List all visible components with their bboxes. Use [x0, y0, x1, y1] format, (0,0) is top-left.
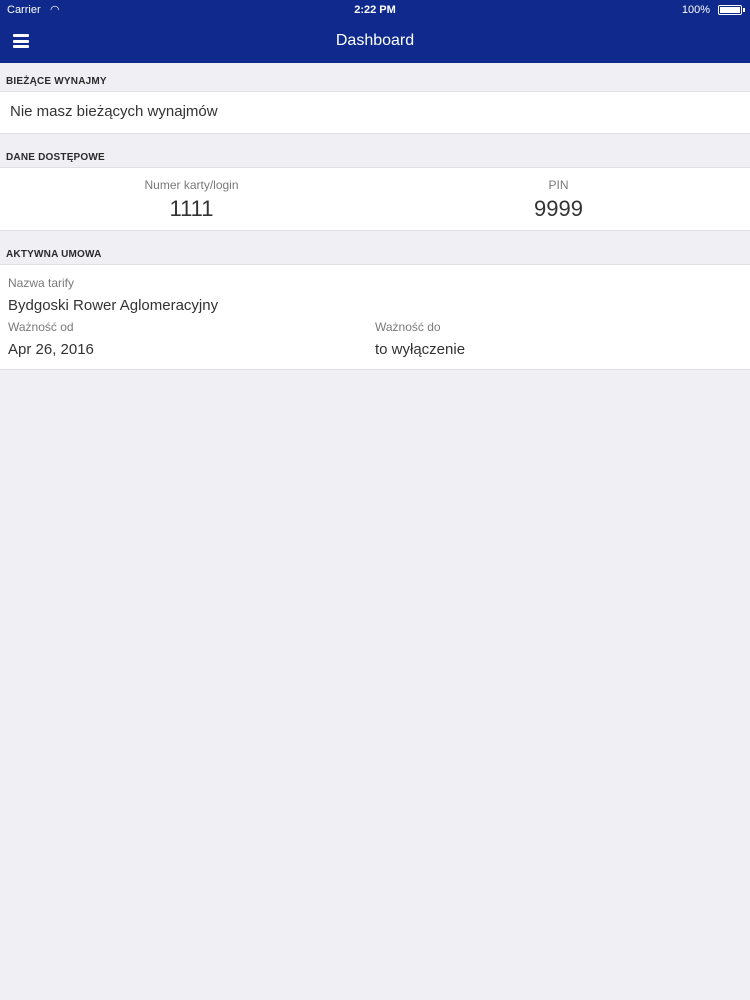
access-data-card: Numer karty/login 1111 PIN 9999	[0, 167, 750, 231]
battery-percent: 100%	[681, 4, 710, 16]
valid-from-label: Ważność od	[8, 320, 74, 334]
pin-label: PIN	[548, 178, 569, 192]
login-value: 1111	[169, 196, 214, 221]
no-rentals-message: Nie masz bieżących wynajmów	[10, 103, 218, 120]
battery-icon	[718, 5, 745, 15]
section-header-access-data: DANE DOSTĘPOWE	[6, 152, 105, 163]
status-bar: Carrier ◠ 2:22 PM 100%	[0, 0, 750, 20]
valid-from-value: Apr 26, 2016	[8, 341, 94, 358]
valid-to-label: Ważność do	[375, 320, 441, 334]
pin-value: 9999	[534, 196, 583, 221]
login-label: Numer karty/login	[144, 178, 239, 192]
current-rentals-card: Nie masz bieżących wynajmów	[0, 91, 750, 134]
valid-to-value: to wyłączenie	[375, 341, 466, 358]
section-header-current-rentals: BIEŻĄCE WYNAJMY	[6, 76, 107, 87]
section-header-active-contract: AKTYWNA UMOWA	[6, 249, 102, 260]
active-contract-card: Nazwa tarify Bydgoski Rower Aglomeracyjn…	[0, 264, 750, 370]
navigation-bar: Dashboard	[0, 20, 750, 63]
tariff-label: Nazwa tarify	[8, 276, 75, 290]
tariff-value: Bydgoski Rower Aglomeracyjny	[8, 297, 219, 314]
page-title: Dashboard	[335, 32, 415, 49]
status-time: 2:22 PM	[354, 4, 396, 16]
